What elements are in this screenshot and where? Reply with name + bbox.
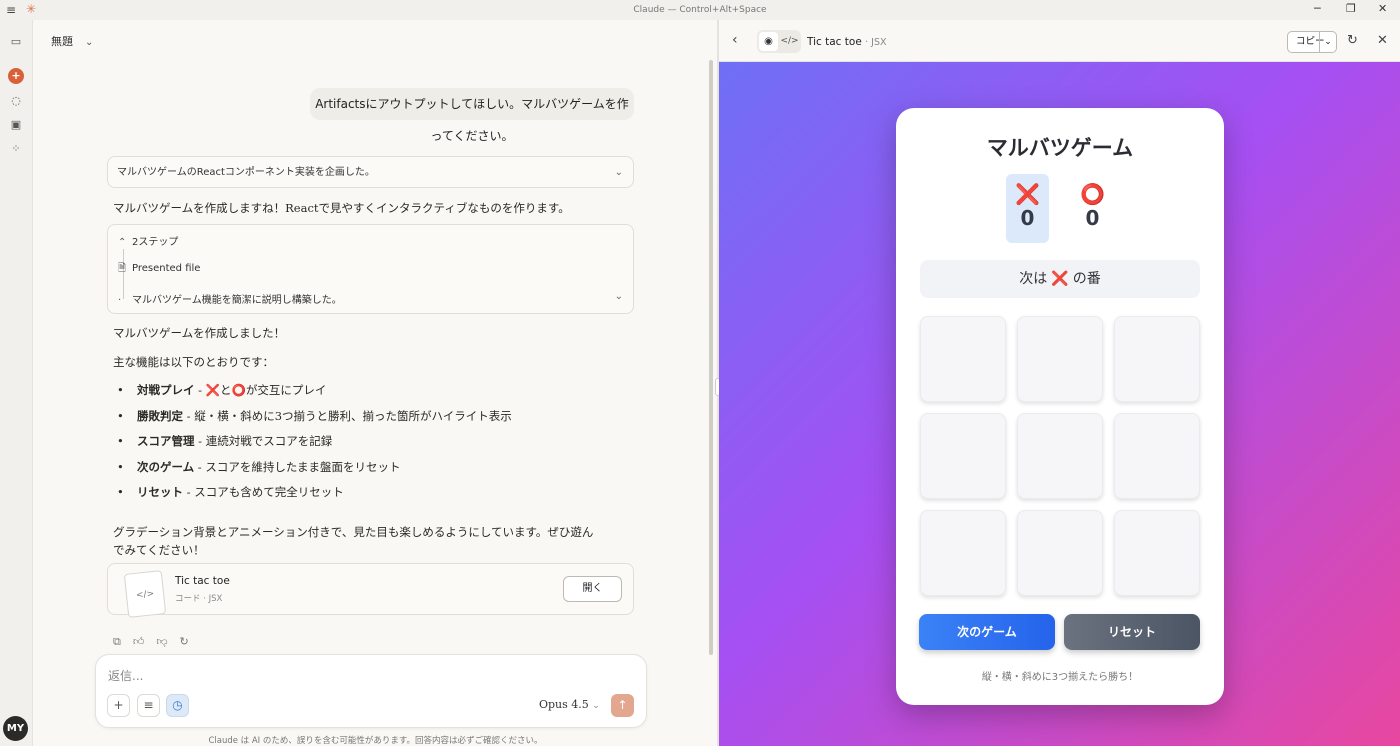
file-icon: 🗎 — [118, 263, 127, 274]
claude-logo-icon: ✳ — [26, 2, 37, 16]
thinking-summary-card[interactable]: マルバツゲームのReactコンポーネント実装を企画した。 ⌄ — [107, 156, 634, 188]
list-item: • 勝敗判定 - 縦・横・斜めに3つ揃うと勝利、揃った箇所がハイライト表示 — [117, 408, 512, 423]
game-card: マルバツゲーム ❌ 0 ⭕ 0 次は ❌ の番 次のゲーム リセット 縦・横・斜… — [896, 108, 1224, 705]
thinking-summary-text: マルバツゲームのReactコンポーネント実装を企画した。 — [117, 167, 375, 178]
code-view-icon[interactable]: </> — [780, 32, 799, 51]
steps-card[interactable]: ⌃ 2ステップ 🗎 Presented file · マルバツゲーム機能を簡潔に説明し… — [107, 224, 634, 314]
sidebar-toggle-icon[interactable]: ▭ — [8, 34, 24, 50]
board-cell[interactable] — [920, 316, 1006, 402]
restore-icon[interactable]: ❐ — [1346, 2, 1356, 15]
artifact-preview: マルバツゲーム ❌ 0 ⭕ 0 次は ❌ の番 次のゲーム リセット 縦・横・斜… — [719, 62, 1400, 746]
game-hint: 縦・横・斜めに3つ揃えたら勝ち！ — [981, 672, 1139, 683]
window-title: Claude — Control+Alt+Space — [633, 5, 767, 15]
feature-list: • 対戦プレイ - ❌と⭕が交互にプレイ • 勝敗判定 - 縦・横・斜めに3つ揃うと… — [117, 382, 512, 510]
reset-button[interactable]: リセット — [1064, 614, 1200, 650]
disclaimer: Claude は AI のため、誤りを含む可能性があります。回答内容は必ずご確認… — [208, 736, 543, 746]
circle-icon: ⭕ — [231, 383, 246, 397]
artifacts-icon[interactable]: ⁘ — [8, 141, 24, 157]
chat-panel: 無題 ⌄ Artifactsにアウトプットしてほしい。マルバツゲームを作ってくださ… — [34, 20, 717, 746]
copy-icon[interactable]: ⧉ — [113, 635, 121, 648]
assistant-done: マルバツゲームを作成しました！ — [113, 326, 286, 340]
board-cell[interactable] — [920, 510, 1006, 596]
code-icon: </> — [123, 570, 167, 618]
x-score-box: ❌ 0 — [1006, 174, 1049, 243]
board-cell[interactable] — [1114, 413, 1200, 499]
board-cell[interactable] — [1114, 510, 1200, 596]
o-score: 0 — [1085, 206, 1100, 230]
menu-icon[interactable]: ≡ — [6, 3, 16, 17]
thumbs-down-icon[interactable]: 👎︎ — [156, 635, 167, 648]
chat-title-dropdown[interactable]: 無題 ⌄ — [51, 33, 93, 49]
thumbs-up-icon[interactable]: 👍︎ — [133, 635, 145, 648]
closing-line-1: グラデーション背景とアニメーション付きで、見た目も楽しめるようにしています。ぜひ… — [113, 525, 594, 539]
board-cell[interactable] — [1114, 316, 1200, 402]
send-button[interactable]: ↑ — [611, 694, 634, 717]
reply-input[interactable]: 返信... — [108, 667, 143, 684]
artifact-panel: ‹ ◉ </> Tic tac toe · JSX コピー ⌄ ↻ ✕ マルバツゲ… — [719, 20, 1400, 746]
user-message: Artifactsにアウトプットしてほしい。マルバツゲームを作ってください。 — [310, 88, 634, 143]
copy-button[interactable]: コピー ⌄ — [1287, 31, 1337, 53]
cross-icon: ❌ — [205, 383, 221, 397]
chevron-up-icon[interactable]: ⌃ — [118, 237, 132, 248]
artifact-card-subtitle: コード · JSX — [175, 594, 223, 604]
artifact-title: Tic tac toe · JSX — [807, 36, 887, 48]
tools-settings-button[interactable]: ≡ — [137, 694, 160, 717]
open-artifact-button[interactable]: 開く — [563, 576, 622, 602]
steps-summary: マルバツゲーム機能を簡潔に説明し構築した。 — [132, 295, 342, 306]
refresh-icon[interactable]: ↻ — [1347, 33, 1358, 48]
chevron-down-icon: ⌄ — [85, 37, 94, 48]
add-attachment-button[interactable]: + — [107, 694, 130, 717]
list-item: • リセット - スコアも含めて完全リセット — [117, 485, 344, 499]
new-chat-icon[interactable]: + — [8, 68, 24, 84]
window-close-icon[interactable]: ✕ — [1378, 2, 1387, 15]
avatar[interactable]: MY — [3, 716, 28, 741]
back-icon[interactable]: ‹ — [732, 32, 738, 48]
list-item: • 次のゲーム - スコアを維持したまま盤面をリセット — [117, 459, 401, 474]
game-board — [920, 316, 1200, 596]
chevron-down-icon: ⌄ — [614, 167, 623, 178]
chat-title: 無題 — [51, 35, 73, 48]
artifact-card-title: Tic tac toe — [175, 575, 230, 587]
features-intro: 主な機能は以下のとおりです： — [113, 355, 274, 369]
closing-line-2: でみてください！ — [113, 543, 205, 557]
x-score: 0 — [1020, 206, 1035, 230]
assistant-intro: マルバツゲームを作成しますね！Reactで見やすくインタラクティブなものを作りま… — [113, 201, 570, 215]
cross-icon: ❌ — [1051, 271, 1069, 287]
board-cell[interactable] — [1017, 510, 1103, 596]
chat-scrollbar[interactable] — [709, 60, 713, 655]
close-icon[interactable]: ✕ — [1377, 33, 1388, 48]
board-cell[interactable] — [920, 413, 1006, 499]
chevron-down-icon[interactable]: ⌄ — [615, 291, 623, 302]
list-item: • スコア管理 - 連続対戦でスコアを記録 — [117, 434, 333, 448]
board-cell[interactable] — [1017, 413, 1103, 499]
artifact-header: ‹ ◉ </> Tic tac toe · JSX コピー ⌄ ↻ ✕ — [719, 20, 1400, 62]
next-game-button[interactable]: 次のゲーム — [919, 614, 1055, 650]
chats-icon[interactable]: ◌ — [8, 93, 24, 109]
game-title: マルバツゲーム — [986, 136, 1134, 160]
window-titlebar: ≡ ✳ Claude — Control+Alt+Space ─ ❐ ✕ — [0, 0, 1400, 20]
cross-icon: ❌ — [1015, 182, 1040, 206]
step-dot-icon: · — [118, 295, 122, 306]
board-cell[interactable] — [1017, 316, 1103, 402]
projects-icon[interactable]: ▣ — [8, 117, 24, 133]
message-actions: ⧉ 👍︎ 👎︎ ↻ — [113, 635, 201, 649]
retry-icon[interactable]: ↻ — [180, 635, 189, 648]
artifact-card[interactable]: </> Tic tac toe コード · JSX 開く — [107, 563, 634, 618]
model-selector[interactable]: Opus 4.5 ⌄ — [539, 698, 600, 711]
presented-file-label[interactable]: Presented file — [132, 263, 200, 274]
turn-indicator: 次は ❌ の番 — [920, 260, 1200, 298]
steps-label: 2ステップ — [132, 237, 179, 248]
preview-eye-icon[interactable]: ◉ — [759, 32, 778, 51]
extended-thinking-button[interactable]: ◷ — [166, 694, 189, 717]
view-toggle: ◉ </> — [757, 30, 801, 53]
list-item: • 対戦プレイ - ❌と⭕が交互にプレイ — [117, 383, 327, 397]
o-score-box: ⭕ 0 — [1071, 174, 1114, 243]
circle-icon: ⭕ — [1080, 182, 1105, 206]
minimize-icon[interactable]: ─ — [1314, 2, 1321, 15]
chevron-down-icon[interactable]: ⌄ — [1319, 32, 1336, 52]
composer: 返信... + ≡ ◷ Opus 4.5 ⌄ ↑ — [95, 654, 647, 728]
left-rail: ▭ + ◌ ▣ ⁘ MY — [0, 20, 33, 746]
